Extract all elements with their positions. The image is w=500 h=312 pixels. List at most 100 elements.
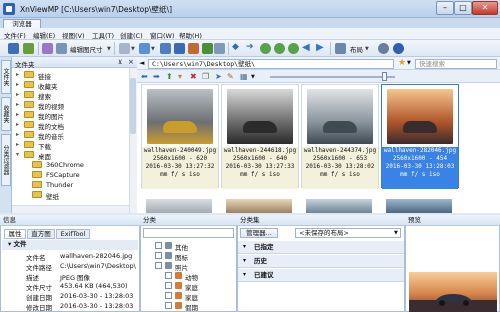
collapse-icon[interactable]: ▾ [243, 269, 246, 281]
expand-arrow-icon[interactable]: ▾ [16, 151, 19, 158]
pin-icon[interactable]: ⊻ [118, 59, 122, 66]
collapse-icon[interactable]: ▾ [243, 241, 246, 253]
expand-arrow-icon[interactable]: ▸ [16, 101, 19, 108]
detail-view-icon[interactable] [174, 43, 185, 54]
tree-item[interactable]: Thunder [14, 180, 128, 190]
chevron-down-icon[interactable]: ▼ [131, 46, 135, 52]
thumbnail-image[interactable] [226, 199, 292, 213]
category-item[interactable]: 家庭 [143, 281, 233, 292]
tree-item[interactable]: 360Chrome [14, 160, 128, 170]
rotate-left-icon[interactable] [260, 43, 271, 54]
thumbnail-image[interactable] [306, 199, 372, 213]
tab-properties[interactable]: 属性 [4, 229, 26, 239]
tree-item[interactable]: FSCapture [14, 170, 128, 180]
menu-edit[interactable]: 编辑(E) [33, 30, 55, 40]
thumbnail-image[interactable] [146, 199, 212, 213]
thumbnail-card[interactable]: wallhaven-244618.jpg 2560x1600 - 640 2016-… [221, 84, 299, 189]
expand-arrow-icon[interactable]: ▸ [16, 91, 19, 98]
layout-icon[interactable] [335, 43, 346, 54]
thumbnail-size-slider-handle[interactable] [382, 72, 387, 81]
tree-item[interactable]: ▸ 我的图片 [14, 110, 128, 121]
minimize-button[interactable]: – [436, 1, 454, 15]
expand-arrow-icon[interactable]: ▸ [16, 71, 19, 78]
category-set-row[interactable]: ▾ 已指定 [238, 241, 404, 254]
view-mode-icon[interactable] [139, 43, 150, 54]
menu-window[interactable]: 窗口(W) [150, 30, 175, 40]
tree-item[interactable]: ▸ 我的文档 [14, 120, 128, 131]
rename-icon[interactable]: ✎ [227, 72, 234, 81]
resize-button[interactable]: 编辑图尺寸 [70, 44, 103, 54]
tree-item[interactable]: ▾ 桌面 [14, 150, 128, 161]
expand-arrow-icon[interactable]: ▸ [16, 131, 19, 138]
tree-item[interactable]: 壁纸 [14, 190, 128, 201]
delete-icon[interactable]: ✖ [190, 72, 197, 81]
menu-help[interactable]: 帮助(H) [179, 30, 202, 40]
help-icon[interactable] [393, 43, 404, 54]
category-item[interactable]: 其他 [143, 241, 233, 252]
thumbnail-size-slider[interactable] [270, 76, 395, 78]
grid-view-icon[interactable] [23, 43, 34, 54]
thumbnail-image[interactable] [307, 89, 373, 144]
thumbnail-image[interactable] [386, 199, 452, 213]
favorite-star-icon[interactable]: ★ [398, 58, 406, 68]
thumbnail-image[interactable] [147, 89, 213, 144]
resize-icon[interactable] [56, 43, 67, 54]
refresh-icon[interactable] [288, 43, 299, 54]
thumbnail-image[interactable] [387, 89, 453, 144]
thumbnail-card[interactable]: wallhaven-244374.jpg 2560x1600 - 653 2016-… [301, 84, 379, 189]
layout-preset-select[interactable]: <未保存的布局> [295, 228, 401, 238]
side-tab-favorites[interactable]: 收藏夹 [1, 97, 11, 131]
path-input[interactable]: C:\Users\win7\Desktop\壁纸\ [148, 59, 394, 69]
forward-icon[interactable]: ➡ [153, 72, 160, 81]
tree-item[interactable]: ▸ 链接 [14, 70, 128, 81]
expand-arrow-icon[interactable]: ▸ [16, 81, 19, 88]
layout-button[interactable]: 布局 [350, 44, 363, 54]
slideshow-icon[interactable] [202, 43, 213, 54]
fullscreen-icon[interactable] [8, 43, 19, 54]
category-item[interactable]: 假期 [143, 301, 233, 312]
tree-item[interactable]: ▸ 我的视频 [14, 100, 128, 111]
print-icon[interactable] [119, 43, 130, 54]
tree-item[interactable]: ▸ 搜索 [14, 90, 128, 101]
category-checkbox[interactable] [165, 272, 172, 279]
thumbnail-image[interactable] [227, 89, 293, 144]
tree-scrollbar-thumb[interactable] [130, 78, 136, 134]
category-checkbox[interactable] [165, 302, 172, 309]
tab-exiftool[interactable]: ExifTool [56, 229, 90, 239]
category-set-row[interactable]: ▾ 历史 [238, 255, 404, 268]
menu-tools[interactable]: 工具(T) [92, 30, 114, 40]
rotate-right-icon[interactable] [274, 43, 285, 54]
category-set-row[interactable]: ▾ 已建议 [238, 269, 404, 282]
expand-arrow-icon[interactable]: ▸ [16, 121, 19, 128]
close-button[interactable]: ✕ [472, 1, 498, 15]
category-checkbox[interactable] [165, 282, 172, 289]
thumbnail-card[interactable]: wallhaven-282046.jpg 2560x1600 - 454 2016-… [381, 84, 459, 189]
next-icon[interactable]: ▶ [316, 42, 324, 53]
side-tab-folders[interactable]: 文件夹 [1, 60, 11, 94]
chevron-down-icon[interactable]: ▼ [365, 46, 369, 52]
tree-item[interactable]: ▸ 我的音乐 [14, 130, 128, 141]
tab-histogram[interactable]: 直方图 [27, 229, 55, 239]
category-item[interactable]: 照片 [143, 261, 233, 272]
manager-button[interactable]: 管理器... [240, 228, 278, 238]
panel-close-icon[interactable]: × [128, 58, 134, 66]
menu-file[interactable]: 文件(F) [4, 30, 26, 40]
copy-icon[interactable]: ❐ [202, 72, 209, 81]
menu-create[interactable]: 创建(C) [120, 30, 143, 40]
category-checkbox[interactable] [155, 252, 162, 259]
category-checkbox[interactable] [165, 292, 172, 299]
chevron-down-icon[interactable]: ▼ [251, 74, 255, 80]
chevron-down-icon[interactable]: ▼ [407, 60, 411, 66]
thumbnail-view-icon[interactable] [160, 43, 171, 54]
category-checkbox[interactable] [155, 242, 162, 249]
collapse-icon[interactable]: ▾ [243, 255, 246, 267]
chevron-down-icon[interactable]: ▼ [107, 46, 111, 52]
category-filter-input[interactable] [143, 228, 234, 238]
category-item[interactable]: 动物 [143, 271, 233, 282]
expand-arrow-icon[interactable]: ▸ [16, 111, 19, 118]
back-icon[interactable]: ⬅ [141, 72, 148, 81]
expand-arrow-icon[interactable]: ▸ [16, 141, 19, 148]
tree-horizontal-scrollbar[interactable] [12, 205, 129, 213]
crop-icon[interactable] [42, 43, 53, 54]
thumbnail-card[interactable]: wallhaven-240049.jpg 2560x1600 - 620 2016-… [141, 84, 219, 189]
